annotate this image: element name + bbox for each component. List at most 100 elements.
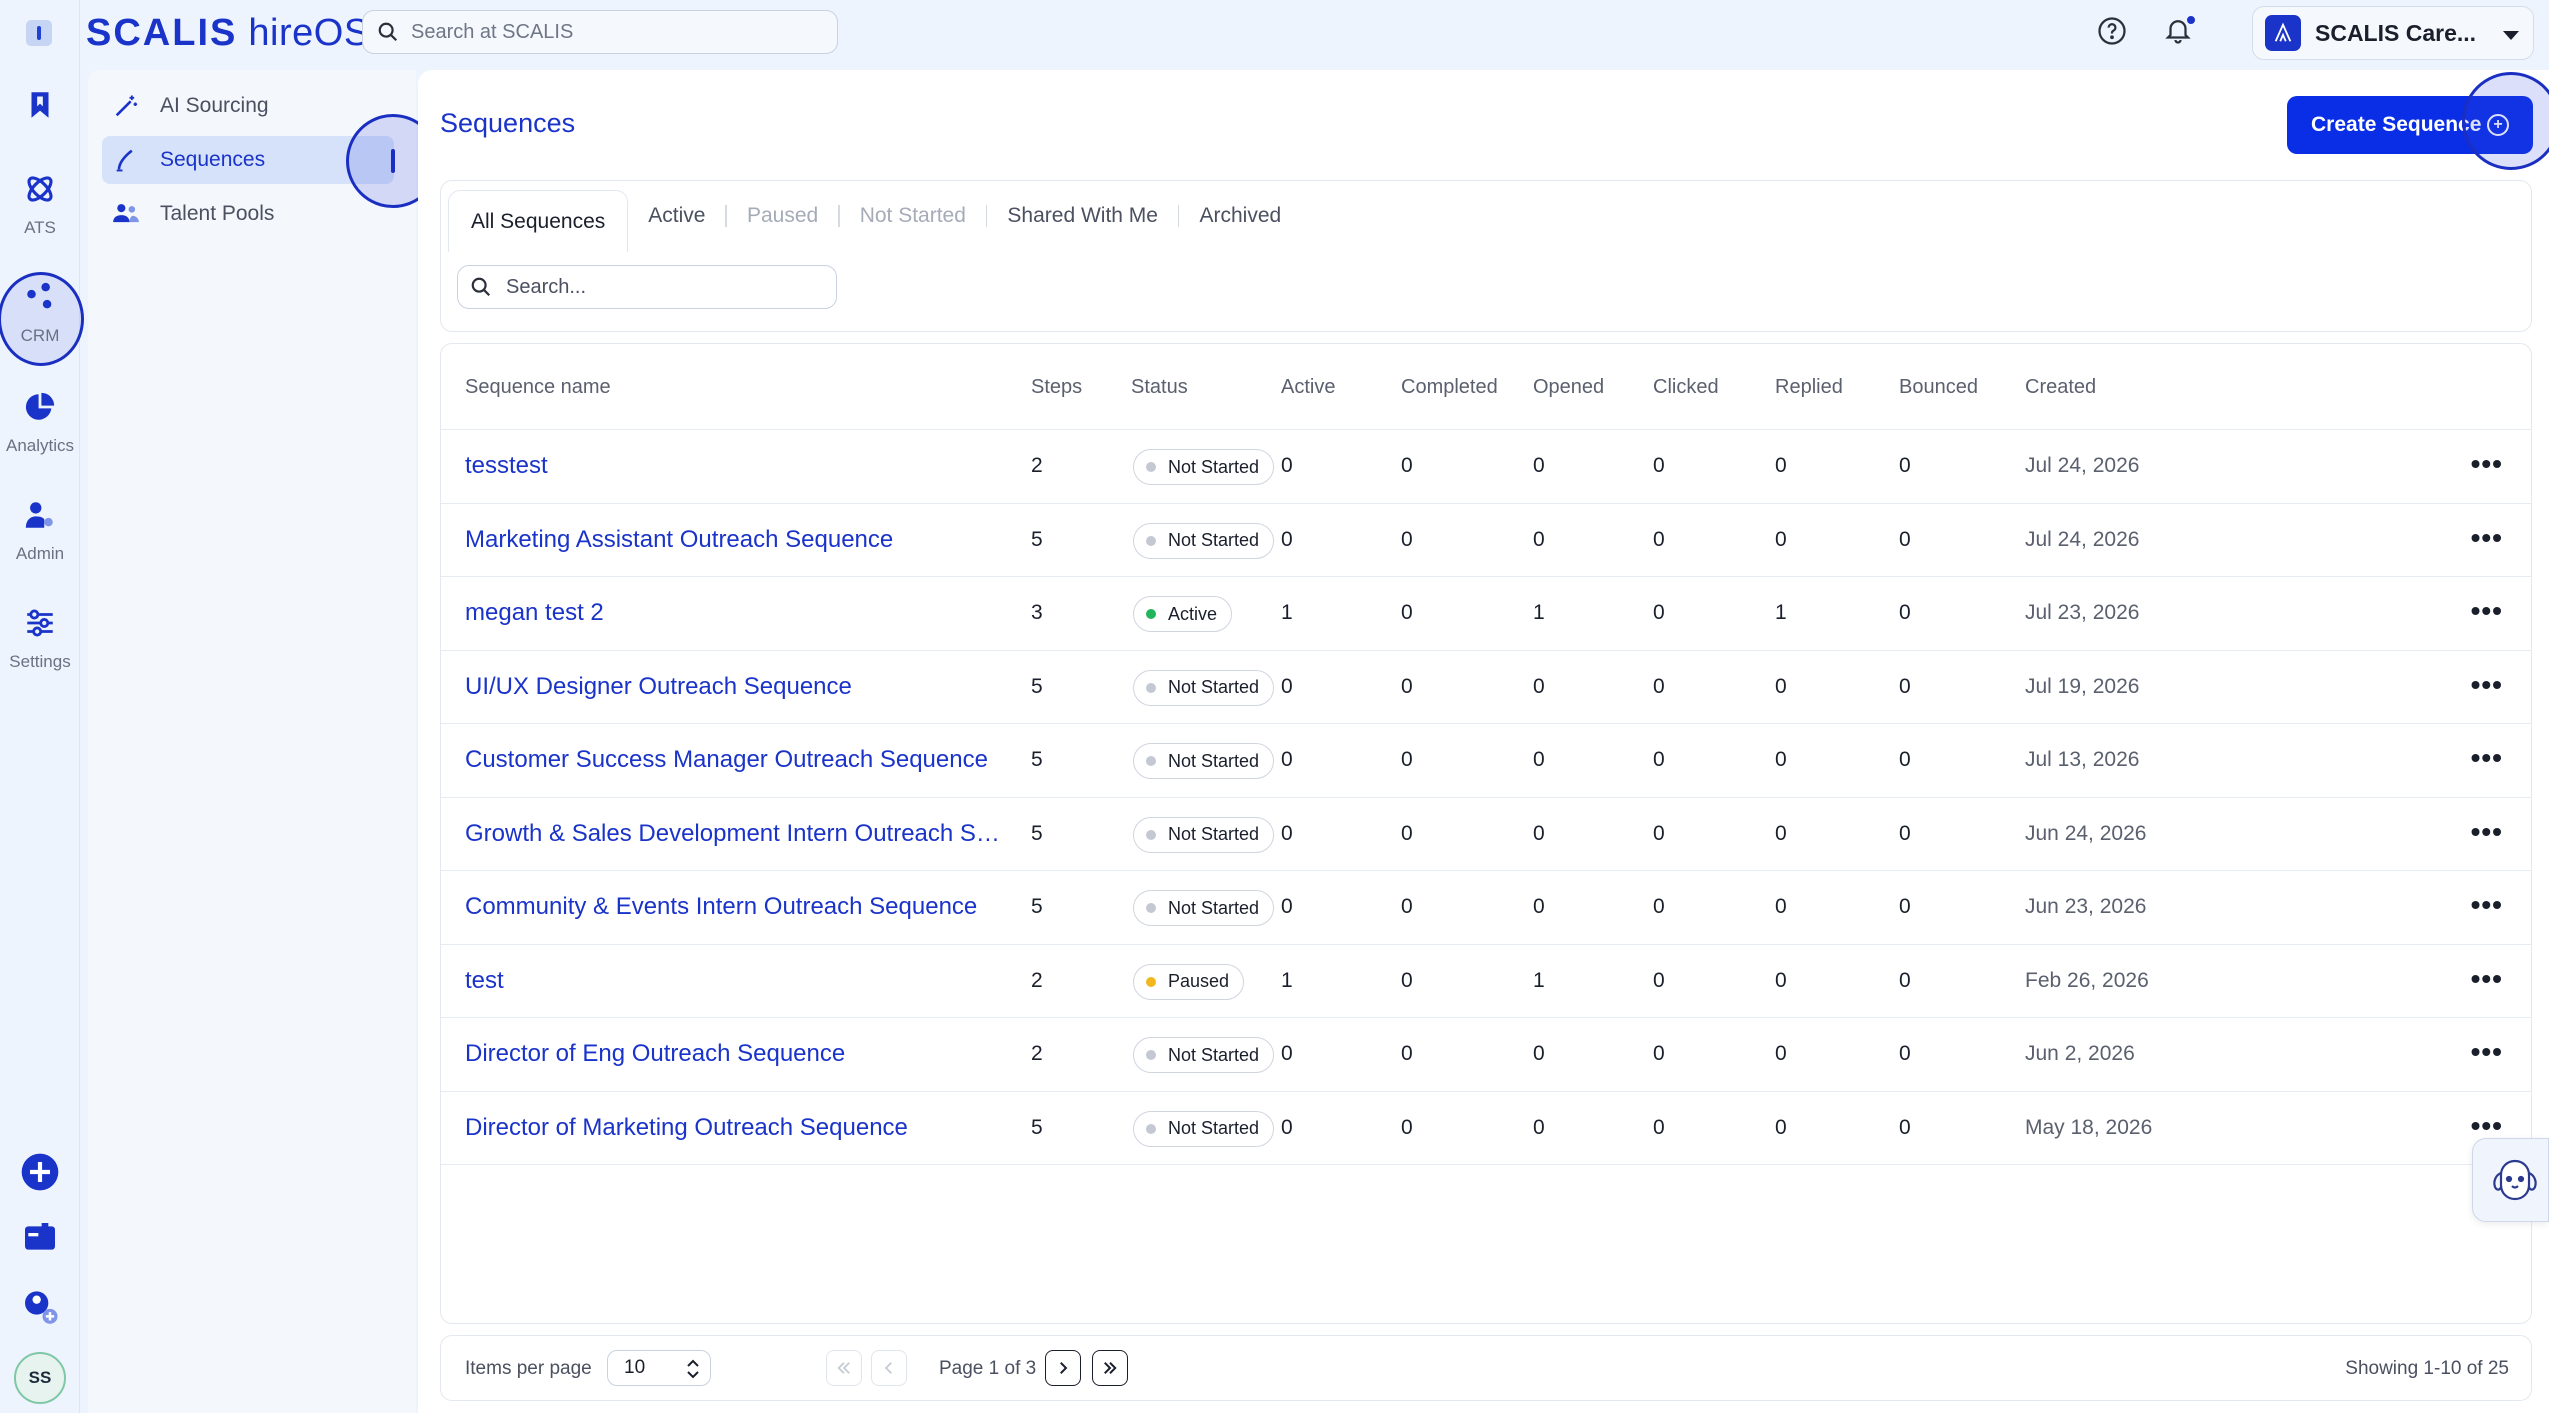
cell-completed: 0 — [1401, 601, 1413, 624]
sequence-name-link[interactable]: test — [465, 967, 504, 995]
items-per-page-select[interactable]: 10 — [607, 1350, 711, 1386]
table-row[interactable]: Director of Marketing Outreach Sequence 5… — [441, 1092, 2531, 1165]
subnav-label: Sequences — [160, 148, 266, 171]
cell-replied: 0 — [1775, 454, 1787, 477]
sequence-search-input[interactable] — [506, 275, 826, 299]
more-options-icon[interactable]: ••• — [2471, 1038, 2503, 1066]
org-switcher[interactable]: SCALIS Care... — [2252, 6, 2534, 60]
cell-replied: 0 — [1775, 895, 1787, 918]
tab-active[interactable]: Active — [628, 188, 725, 244]
table-row[interactable]: Marketing Assistant Outreach Sequence 5 No… — [441, 504, 2531, 577]
rail-item-settings[interactable]: Settings — [0, 606, 80, 672]
next-page-button[interactable] — [1045, 1350, 1081, 1386]
sequence-name-link[interactable]: megan test 2 — [465, 599, 604, 627]
id-card-icon[interactable] — [20, 1218, 60, 1258]
subnav-item-talent-pools[interactable]: Talent Pools — [102, 190, 394, 238]
notification-dot — [2185, 14, 2197, 26]
user-add-icon[interactable] — [20, 1288, 60, 1328]
column-header-bounced: Bounced — [1899, 376, 1978, 398]
rail-label: CRM — [20, 326, 60, 345]
status-label: Not Started — [1168, 1118, 1260, 1138]
cell-bounced: 0 — [1899, 748, 1911, 771]
cell-active: 0 — [1281, 748, 1293, 771]
showing-count: Showing 1-10 of 25 — [2345, 1358, 2509, 1379]
rail-bookmark[interactable] — [0, 88, 80, 134]
cell-clicked: 0 — [1653, 895, 1665, 918]
cell-steps: 3 — [1031, 601, 1043, 624]
global-search-input[interactable] — [411, 20, 811, 44]
sequence-name-link[interactable]: Director of Marketing Outreach Sequence — [465, 1114, 908, 1142]
sequence-name-link[interactable]: Growth & Sales Development Intern Outrea… — [465, 820, 1005, 848]
chevron-down-icon — [2503, 31, 2519, 40]
items-per-page-value: 10 — [624, 1357, 646, 1378]
tab-shared-with-me[interactable]: Shared With Me — [987, 188, 1178, 244]
cell-completed: 0 — [1401, 454, 1413, 477]
crm-dots-icon — [27, 282, 52, 309]
cell-active: 0 — [1281, 1115, 1293, 1139]
cell-bounced: 0 — [1899, 674, 1911, 698]
rail-label: Settings — [9, 652, 71, 671]
global-search[interactable] — [362, 10, 838, 54]
org-logo-icon — [2265, 15, 2301, 51]
rail-item-crm[interactable]: CRM — [0, 280, 80, 346]
sequence-name-link[interactable]: tesstest — [465, 452, 548, 480]
cell-clicked: 0 — [1653, 674, 1665, 698]
sequence-name-link[interactable]: UI/UX Designer Outreach Sequence — [465, 673, 852, 701]
cell-completed: 0 — [1401, 748, 1413, 771]
table-row[interactable]: Community & Events Intern Outreach Seque… — [441, 871, 2531, 945]
column-header-status: Status — [1131, 376, 1188, 398]
sidebar-toggle-icon[interactable] — [26, 20, 52, 46]
table-row[interactable]: megan test 2 3 Active 1 0 1 0 1 0 Jul 23, 2026 ••• — [441, 577, 2531, 651]
table-row[interactable]: Customer Success Manager Outreach Sequen… — [441, 724, 2531, 798]
user-avatar[interactable]: SS — [14, 1352, 66, 1404]
cell-steps: 5 — [1031, 895, 1043, 918]
more-options-icon[interactable]: ••• — [2471, 523, 2503, 551]
more-options-icon[interactable]: ••• — [2471, 744, 2503, 772]
cell-steps: 5 — [1031, 748, 1043, 771]
sequence-name-link[interactable]: Director of Eng Outreach Sequence — [465, 1040, 845, 1068]
cell-active: 1 — [1281, 968, 1293, 992]
more-options-icon[interactable]: ••• — [2471, 450, 2503, 478]
more-options-icon[interactable]: ••• — [2471, 1111, 2503, 1139]
last-page-button[interactable] — [1092, 1350, 1128, 1386]
cell-created: Jul 24, 2026 — [2025, 527, 2140, 551]
sequence-name-link[interactable]: Marketing Assistant Outreach Sequence — [465, 526, 893, 554]
tab-all-sequences[interactable]: All Sequences — [448, 190, 629, 252]
table-row[interactable]: UI/UX Designer Outreach Sequence 5 Not Sta… — [441, 651, 2531, 724]
cell-created: Jul 24, 2026 — [2025, 454, 2140, 477]
rail-item-admin[interactable]: Admin — [0, 498, 80, 564]
subnav-item-ai-sourcing[interactable]: AI Sourcing — [102, 82, 394, 130]
sequence-name-link[interactable]: Community & Events Intern Outreach Seque… — [465, 893, 977, 921]
table-row[interactable]: tesstest 2 Not Started 0 0 0 0 0 0 Jul 24, 2026 ••… — [441, 430, 2531, 504]
column-header-opened: Opened — [1533, 376, 1605, 398]
cell-clicked: 0 — [1653, 454, 1665, 477]
assistant-button[interactable] — [2472, 1138, 2549, 1222]
status-label: Not Started — [1168, 456, 1260, 477]
status-badge: Not Started — [1133, 449, 1275, 485]
more-options-icon[interactable]: ••• — [2471, 964, 2503, 992]
prev-page-button[interactable] — [871, 1350, 907, 1386]
sequence-search[interactable] — [457, 265, 837, 309]
rail-item-ats[interactable]: ATS — [0, 172, 80, 238]
cell-created: Feb 26, 2026 — [2025, 968, 2149, 992]
table-row[interactable]: Director of Eng Outreach Sequence 2 Not St… — [441, 1018, 2531, 1092]
cell-bounced: 0 — [1899, 601, 1911, 624]
brand-logo[interactable]: SCALIS hireOS — [86, 12, 370, 55]
more-options-icon[interactable]: ••• — [2471, 670, 2503, 698]
column-header-created: Created — [2025, 376, 2097, 398]
first-page-button[interactable] — [826, 1350, 862, 1386]
sequence-name-link[interactable]: Customer Success Manager Outreach Sequen… — [465, 746, 988, 774]
help-icon[interactable] — [2097, 16, 2127, 46]
table-row[interactable]: Growth & Sales Development Intern Outrea… — [441, 798, 2531, 871]
more-options-icon[interactable]: ••• — [2471, 597, 2503, 625]
add-circle-icon[interactable] — [20, 1152, 60, 1192]
rail-item-analytics[interactable]: Analytics — [0, 390, 80, 456]
tab-not-started: Not Started — [859, 204, 966, 227]
table-row[interactable]: test 2 Paused 1 0 1 0 0 0 Feb 26, 2026 ••• — [441, 945, 2531, 1018]
cell-opened: 0 — [1533, 821, 1545, 845]
more-options-icon[interactable]: ••• — [2471, 817, 2503, 845]
more-options-icon[interactable]: ••• — [2471, 891, 2503, 919]
magic-wand-icon — [115, 95, 138, 117]
tab-archived[interactable]: Archived — [1179, 188, 1301, 244]
cell-replied: 0 — [1775, 821, 1787, 845]
